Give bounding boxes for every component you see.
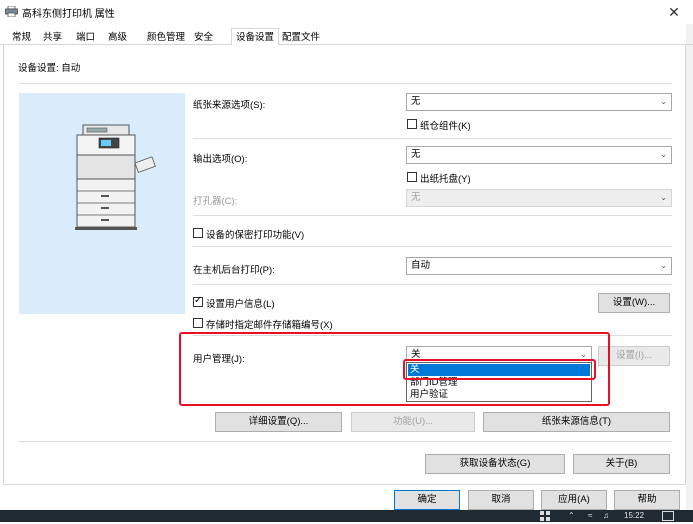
tray-chevron-icon[interactable]: ⌃ — [568, 511, 575, 520]
tab-advanced[interactable]: 高级 — [104, 30, 131, 45]
tab-ports[interactable]: 端口 — [72, 30, 99, 45]
tab-sharing[interactable]: 共享 — [39, 30, 66, 45]
cancel-button[interactable]: 取消 — [468, 490, 534, 510]
window-titlebar: 高科东侧打印机 属性 ✕ — [0, 0, 693, 24]
divider — [18, 441, 672, 442]
background-window-edge — [686, 24, 693, 510]
mailbox-label: 存储时指定邮件存储箱编号(X) — [206, 320, 333, 331]
get-device-status-button[interactable]: 获取设备状态(G) — [425, 454, 565, 474]
chevron-down-icon: ⌄ — [660, 150, 667, 159]
ok-button[interactable]: 确定 — [394, 490, 460, 510]
notification-icon[interactable] — [662, 511, 674, 521]
paper-assembly-checkbox[interactable] — [407, 119, 417, 129]
divider — [18, 83, 672, 84]
user-info-settings-button[interactable]: 设置(W)... — [598, 293, 670, 313]
output-tray-checkbox[interactable] — [407, 172, 417, 182]
printer-icon — [5, 5, 18, 18]
tab-general[interactable]: 常规 — [8, 30, 35, 45]
secure-print-checkbox[interactable] — [193, 228, 203, 238]
tab-security[interactable]: 安全 — [190, 30, 217, 45]
tab-color-management[interactable]: 颜色管理 — [143, 30, 189, 45]
punch-select: 无 ⌄ — [406, 189, 672, 207]
background-print-select[interactable]: 自动 ⌄ — [406, 257, 672, 275]
help-button[interactable]: 帮助 — [614, 490, 680, 510]
clock[interactable]: 15:22 — [624, 511, 644, 520]
user-info-label: 设置用户信息(L) — [206, 299, 275, 310]
chevron-down-icon: ⌄ — [660, 261, 667, 270]
chevron-down-icon: ⌄ — [660, 97, 667, 106]
tab-strip: 常规 共享 端口 高级 颜色管理 安全 设备设置 配置文件 — [0, 28, 693, 46]
network-icon[interactable]: ≈ — [588, 511, 592, 520]
details-settings-button[interactable]: 详细设置(Q)... — [215, 412, 342, 432]
function-button: 功能(U)... — [351, 412, 475, 432]
about-button[interactable]: 关于(B) — [573, 454, 670, 474]
window-title: 高科东侧打印机 属性 — [22, 9, 115, 20]
divider — [193, 284, 672, 285]
punch-label: 打孔器(C): — [193, 196, 238, 207]
tab-device-settings[interactable]: 设备设置 — [231, 28, 280, 46]
start-grid-icon[interactable] — [540, 511, 550, 521]
secure-print-label: 设备的保密打印功能(V) — [206, 230, 305, 241]
paper-source-select[interactable]: 无 ⌄ — [406, 93, 672, 111]
chevron-down-icon: ⌄ — [660, 193, 667, 202]
divider — [193, 215, 672, 216]
printer-preview-panel — [19, 93, 185, 314]
output-tray-label: 出纸托盘(Y) — [420, 174, 471, 185]
device-settings-status: 设备设置: 自动 — [18, 63, 81, 74]
tab-profiles[interactable]: 配置文件 — [278, 30, 324, 45]
divider — [193, 246, 672, 247]
printer-illustration — [75, 124, 156, 230]
paper-assembly-label: 纸仓组件(K) — [420, 121, 471, 132]
apply-button[interactable]: 应用(A) — [541, 490, 607, 510]
mailbox-checkbox[interactable] — [193, 318, 203, 328]
output-options-label: 输出选项(O): — [193, 154, 248, 165]
close-icon[interactable]: ✕ — [664, 2, 684, 22]
user-info-checkbox[interactable] — [193, 295, 203, 307]
taskbar: ⌃ ≈ ♫ 15:22 — [0, 510, 693, 522]
annotation-highlight-option — [403, 359, 596, 380]
output-options-select[interactable]: 无 ⌄ — [406, 146, 672, 164]
paper-source-label: 纸张来源选项(S): — [193, 100, 266, 111]
background-print-label: 在主机后台打印(P): — [193, 265, 275, 276]
paper-source-info-button[interactable]: 纸张来源信息(T) — [483, 412, 670, 432]
divider — [193, 138, 672, 139]
volume-icon[interactable]: ♫ — [603, 511, 609, 520]
